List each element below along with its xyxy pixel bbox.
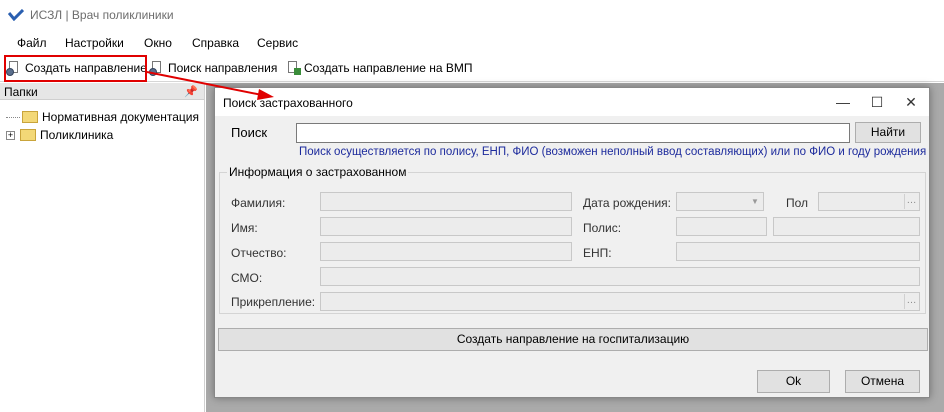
minimize-icon[interactable]: —	[827, 88, 859, 116]
app-title: ИСЗЛ | Врач поликлиники	[30, 8, 174, 22]
folder-icon	[22, 111, 38, 123]
search-input[interactable]	[296, 123, 850, 143]
policy-label: Полис:	[583, 221, 622, 235]
folders-panel: Папки 📌 Нормативная документация + Полик…	[0, 83, 205, 412]
maximize-icon[interactable]: ☐	[861, 88, 893, 116]
policy-number-field[interactable]	[773, 217, 920, 236]
create-hospitalization-referral-button[interactable]: Создать направление на госпитализацию	[218, 328, 928, 351]
smo-field[interactable]	[320, 267, 920, 286]
tree-item-polyclinic[interactable]: + Поликлиника	[6, 127, 113, 143]
menu-bar: Файл Настройки Окно Справка Сервис	[0, 33, 944, 53]
create-referral-vmp-button[interactable]: Создать направление на ВМП	[285, 57, 472, 79]
surname-field[interactable]	[320, 192, 572, 211]
menu-window[interactable]: Окно	[144, 36, 172, 50]
find-button[interactable]: Найти	[855, 122, 921, 143]
tree-item-label: Поликлиника	[40, 128, 114, 142]
menu-settings[interactable]: Настройки	[65, 36, 124, 50]
dialog-titlebar: Поиск застрахованного — ☐ ✕	[215, 88, 929, 116]
tree-item-label: Нормативная документация	[42, 110, 199, 124]
annotation-highlight-box	[4, 55, 147, 82]
search-label: Поиск	[231, 125, 268, 140]
ellipsis-icon[interactable]: …	[904, 194, 918, 209]
ellipsis-icon[interactable]: …	[904, 294, 918, 309]
create-referral-vmp-label: Создать направление на ВМП	[304, 61, 473, 75]
menu-service[interactable]: Сервис	[257, 36, 298, 50]
insured-info-group-title: Информация о застрахованном	[227, 165, 409, 179]
app-titlebar: ИСЗЛ | Врач поликлиники	[0, 0, 944, 32]
attachment-field[interactable]: …	[320, 292, 920, 311]
app-logo-icon	[8, 9, 24, 21]
expand-plus-icon[interactable]: +	[6, 130, 15, 140]
search-insured-dialog: Поиск застрахованного — ☐ ✕ Поиск Найти …	[214, 87, 930, 398]
policy-series-field[interactable]	[676, 217, 767, 236]
sex-field[interactable]: …	[818, 192, 920, 211]
dropdown-arrow-icon[interactable]: ▼	[748, 194, 762, 209]
ok-button[interactable]: Ok	[757, 370, 830, 393]
close-icon[interactable]: ✕	[895, 88, 927, 116]
birth-date-label: Дата рождения:	[583, 196, 671, 210]
birth-date-field[interactable]: ▼	[676, 192, 764, 211]
folder-icon	[20, 129, 36, 141]
search-document-icon	[149, 60, 165, 76]
surname-label: Фамилия:	[231, 196, 286, 210]
menu-file[interactable]: Файл	[17, 36, 47, 50]
folders-title: Папки	[4, 85, 38, 99]
smo-label: СМО:	[231, 271, 263, 285]
tree-item-normative-docs[interactable]: Нормативная документация	[6, 109, 199, 125]
search-hint: Поиск осуществляется по полису, ЕНП, ФИО…	[299, 146, 927, 158]
sex-label: Пол	[786, 196, 809, 210]
dialog-title: Поиск застрахованного	[223, 96, 353, 110]
name-label: Имя:	[231, 221, 258, 235]
folders-header: Папки 📌	[0, 83, 204, 100]
name-field[interactable]	[320, 217, 572, 236]
pin-icon[interactable]: 📌	[184, 85, 198, 98]
patronymic-field[interactable]	[320, 242, 572, 261]
enp-label: ЕНП:	[583, 246, 612, 260]
tree-line	[6, 116, 20, 118]
create-vmp-icon	[285, 60, 301, 76]
cancel-button[interactable]: Отмена	[845, 370, 920, 393]
patronymic-label: Отчество:	[231, 246, 287, 260]
search-referral-label: Поиск направления	[168, 61, 278, 75]
attachment-label: Прикрепление:	[231, 295, 316, 309]
search-referral-button[interactable]: Поиск направления	[149, 57, 277, 79]
menu-help[interactable]: Справка	[192, 36, 239, 50]
enp-field[interactable]	[676, 242, 920, 261]
